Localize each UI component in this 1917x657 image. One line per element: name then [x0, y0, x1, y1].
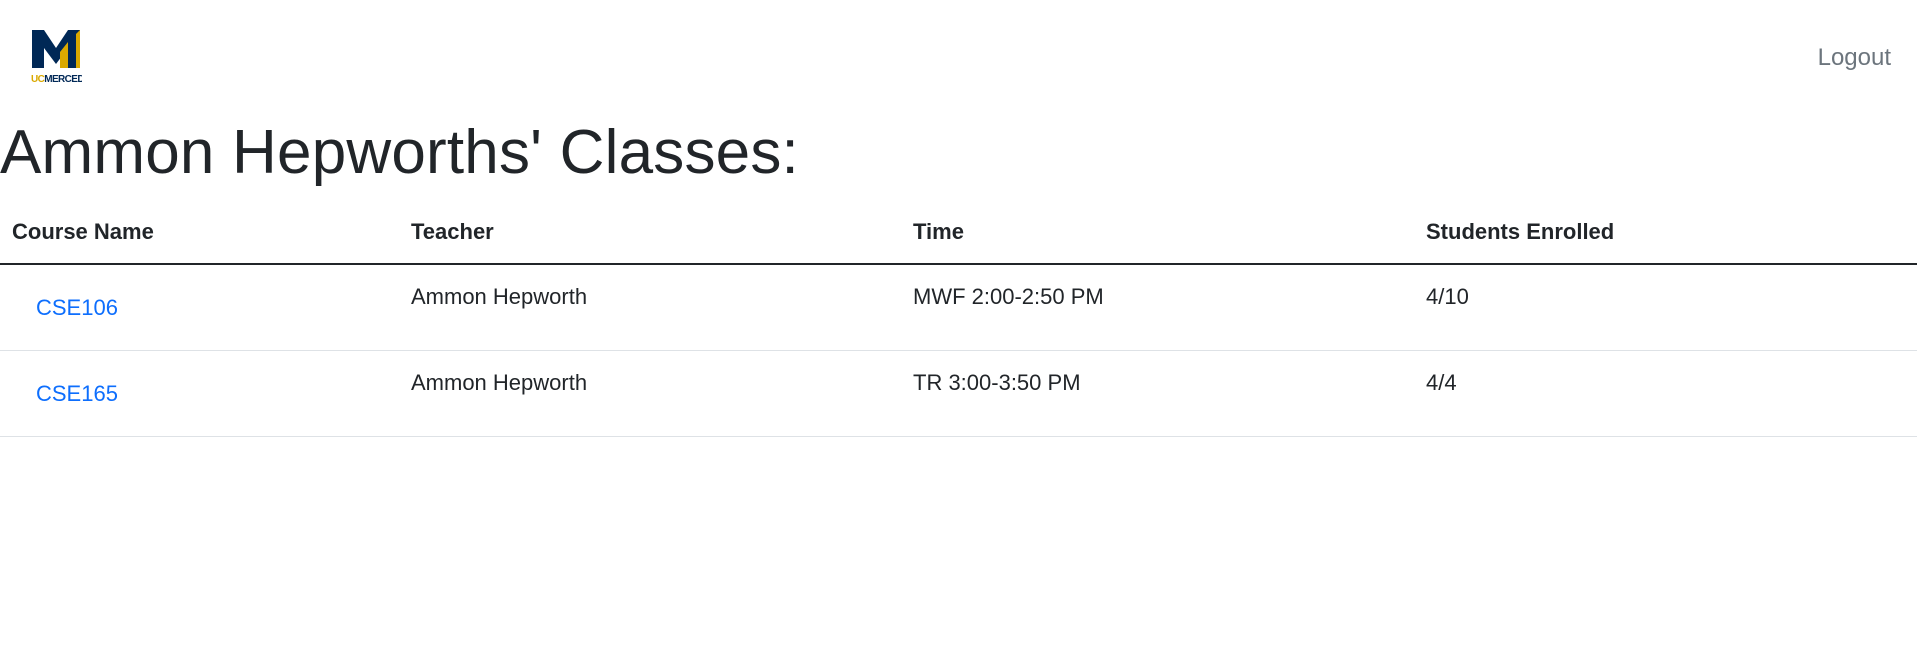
enrolled-cell: 4/10 — [1414, 264, 1917, 351]
teacher-name: Ammon Hepworth — [411, 284, 588, 309]
students-enrolled: 4/4 — [1426, 370, 1457, 395]
uc-merced-logo[interactable]: UCMERCED — [30, 28, 85, 86]
students-enrolled: 4/10 — [1426, 284, 1469, 309]
classes-table: Course Name Teacher Time Students Enroll… — [0, 206, 1917, 437]
navbar: UCMERCED Logout — [0, 0, 1917, 112]
column-header-time: Time — [901, 206, 1414, 265]
course-cell: CSE165 — [0, 350, 399, 437]
class-time: MWF 2:00-2:50 PM — [913, 284, 1104, 309]
uc-merced-logo-icon: UCMERCED — [31, 30, 85, 85]
course-link-cse165[interactable]: CSE165 — [36, 381, 118, 407]
column-header-students-enrolled: Students Enrolled — [1414, 206, 1917, 265]
column-header-teacher: Teacher — [399, 206, 901, 265]
table-row: CSE165 Ammon Hepworth TR 3:00-3:50 PM 4/… — [0, 350, 1917, 437]
time-cell: MWF 2:00-2:50 PM — [901, 264, 1414, 351]
teacher-cell: Ammon Hepworth — [399, 264, 901, 351]
logout-link[interactable]: Logout — [1818, 44, 1891, 72]
class-time: TR 3:00-3:50 PM — [913, 370, 1081, 395]
teacher-name: Ammon Hepworth — [411, 370, 588, 395]
table-row: CSE106 Ammon Hepworth MWF 2:00-2:50 PM 4… — [0, 264, 1917, 351]
course-cell: CSE106 — [0, 264, 399, 351]
course-link-cse106[interactable]: CSE106 — [36, 295, 118, 321]
table-header-row: Course Name Teacher Time Students Enroll… — [0, 206, 1917, 265]
page-title: Ammon Hepworths' Classes: — [0, 118, 799, 187]
enrolled-cell: 4/4 — [1414, 350, 1917, 437]
svg-text:UCMERCED: UCMERCED — [31, 74, 82, 85]
column-header-course-name: Course Name — [0, 206, 399, 265]
teacher-cell: Ammon Hepworth — [399, 350, 901, 437]
time-cell: TR 3:00-3:50 PM — [901, 350, 1414, 437]
